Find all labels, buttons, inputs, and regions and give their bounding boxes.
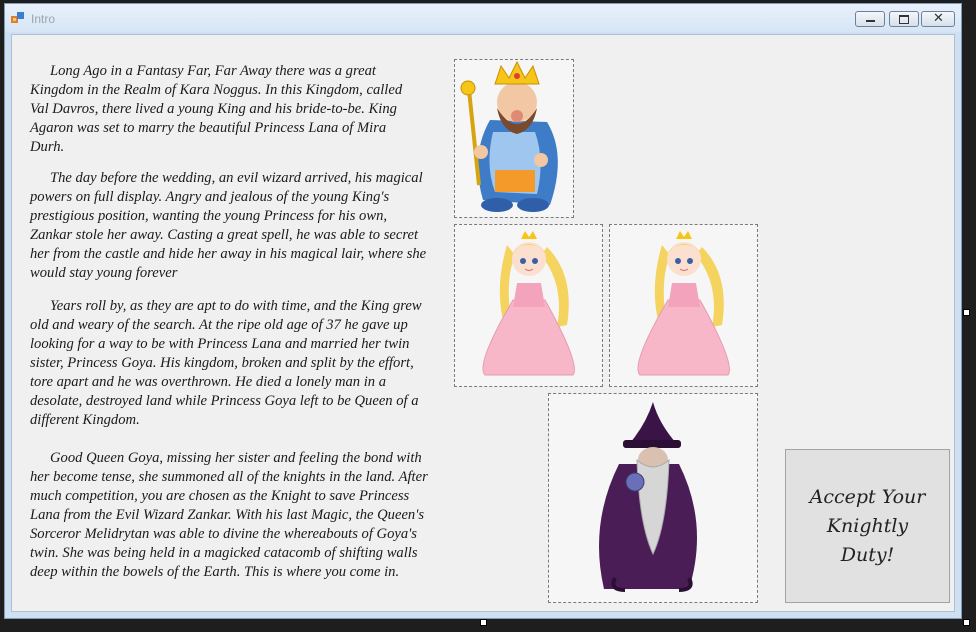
story-paragraph-2: The day before the wedding, an evil wiza… [30, 170, 427, 281]
close-button[interactable]: ✕ [921, 11, 955, 27]
princess-image [482, 231, 575, 376]
intro-window: Intro ✕ Long Ago in a Fantasy Far, Far A… [4, 3, 962, 619]
title-bar[interactable]: Intro ✕ [5, 4, 961, 32]
minimize-button[interactable] [855, 11, 885, 27]
accept-duty-label: Accept Your Knightly Duty! [809, 485, 926, 566]
window-title: Intro [31, 12, 56, 26]
resize-handle-right[interactable] [963, 309, 970, 316]
close-icon: ✕ [933, 11, 944, 26]
resize-handle-bottom[interactable] [480, 619, 487, 626]
maximize-icon [899, 15, 909, 24]
king-picture [454, 59, 574, 218]
wizard-picture [548, 393, 758, 603]
king-image [460, 60, 558, 212]
story-paragraph-3: Years roll by, as they are apt to do wit… [30, 298, 422, 428]
story-paragraph-1: Long Ago in a Fantasy Far, Far Away ther… [30, 63, 403, 155]
story-paragraph-4: Good Queen Goya, missing her sister and … [30, 450, 428, 580]
princess-goya-picture [609, 224, 758, 387]
resize-handle-corner[interactable] [963, 619, 970, 626]
accept-duty-button[interactable]: Accept Your Knightly Duty! [785, 449, 950, 603]
app-icon [11, 12, 24, 23]
maximize-button[interactable] [889, 11, 919, 27]
princess-lana-picture [454, 224, 603, 387]
princess-image [637, 231, 730, 376]
form-client-area: Long Ago in a Fantasy Far, Far Away ther… [11, 34, 955, 612]
minimize-icon [866, 20, 875, 22]
wizard-image [599, 402, 697, 592]
